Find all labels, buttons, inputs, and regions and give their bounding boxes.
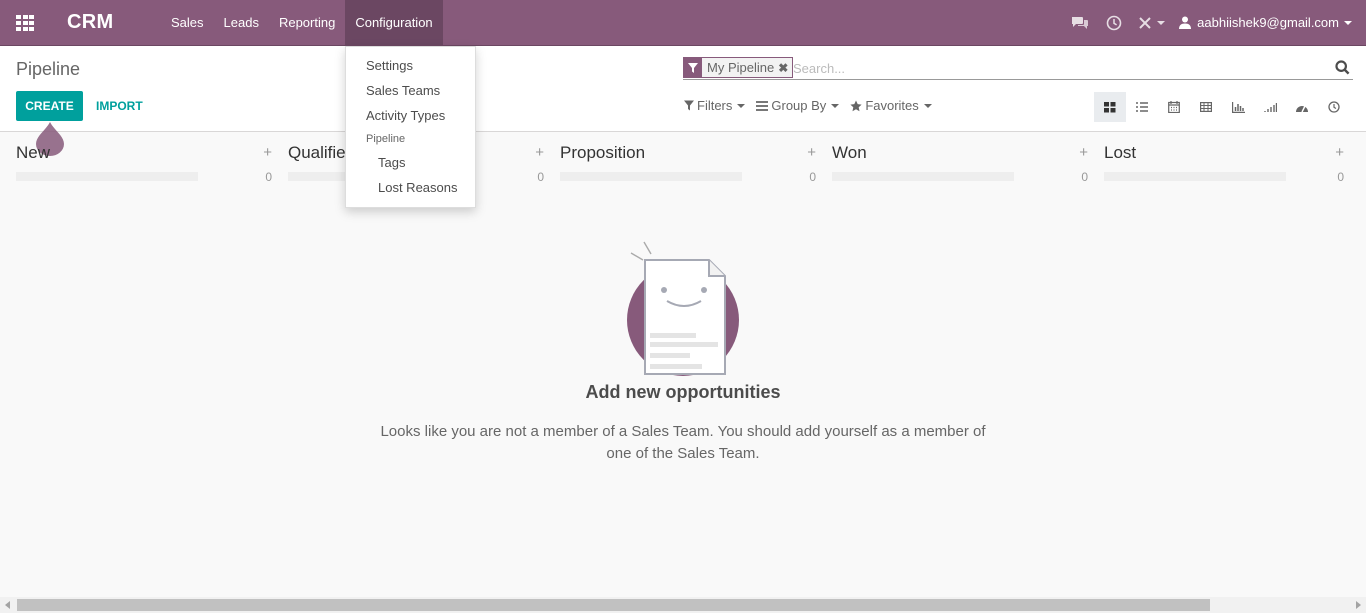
favorites-button[interactable]: Favorites bbox=[850, 98, 932, 113]
horizontal-scrollbar[interactable] bbox=[0, 597, 1366, 613]
column-title: Lost bbox=[1104, 143, 1137, 162]
menu-reporting[interactable]: Reporting bbox=[269, 0, 345, 45]
import-button[interactable]: IMPORT bbox=[90, 91, 149, 121]
dropdown-item-sales-teams[interactable]: Sales Teams bbox=[346, 80, 475, 105]
dropdown-item-lost-reasons[interactable]: Lost Reasons bbox=[346, 177, 475, 202]
pivot-view-icon[interactable] bbox=[1190, 92, 1222, 122]
chat-icon[interactable] bbox=[1063, 0, 1097, 45]
graph-view-icon[interactable] bbox=[1222, 92, 1254, 122]
facet-remove-icon[interactable]: ✖ bbox=[778, 61, 792, 75]
user-icon bbox=[1179, 16, 1192, 29]
scrollbar-thumb[interactable] bbox=[17, 599, 1210, 611]
search-options: Filters Group By Favorites bbox=[684, 98, 943, 113]
search-bar: My Pipeline ✖ bbox=[683, 56, 1353, 80]
column-count: 0 bbox=[537, 170, 544, 184]
apps-grid-icon[interactable] bbox=[16, 15, 34, 31]
dashboard-view-icon[interactable] bbox=[1286, 92, 1318, 122]
column-progressbar bbox=[832, 172, 1014, 181]
top-navbar: CRM Sales Leads Reporting Configuration … bbox=[0, 0, 1366, 46]
dropdown-item-settings[interactable]: Settings bbox=[346, 55, 475, 80]
quick-create-icon[interactable]: + bbox=[1079, 144, 1088, 161]
search-input[interactable] bbox=[793, 59, 1313, 77]
column-progressbar bbox=[1104, 172, 1286, 181]
list-view-icon[interactable] bbox=[1126, 92, 1158, 122]
kanban-column: New + 0 bbox=[16, 133, 272, 193]
dropdown-item-activity-types[interactable]: Activity Types bbox=[346, 105, 475, 130]
star-icon bbox=[850, 100, 862, 111]
dropdown-header-pipeline: Pipeline bbox=[366, 133, 406, 145]
filters-button[interactable]: Filters bbox=[684, 98, 746, 113]
column-progressbar bbox=[16, 172, 198, 181]
search-facet: My Pipeline ✖ bbox=[683, 57, 794, 78]
quick-create-icon[interactable]: + bbox=[807, 144, 816, 161]
column-count: 0 bbox=[1081, 170, 1088, 184]
quick-create-icon[interactable]: + bbox=[1335, 144, 1344, 161]
empty-document-illustration bbox=[627, 241, 739, 376]
kanban-column: Proposition + 0 bbox=[560, 133, 816, 193]
control-panel: Pipeline CREATE IMPORT My Pipeline ✖ Fil… bbox=[0, 46, 1366, 132]
main-menu: Sales Leads Reporting Configuration bbox=[161, 0, 443, 45]
column-count: 0 bbox=[809, 170, 816, 184]
activity-view-icon[interactable] bbox=[1318, 92, 1350, 122]
group-by-button[interactable]: Group By bbox=[756, 98, 840, 113]
breadcrumb: Pipeline bbox=[16, 59, 81, 79]
scroll-right-icon[interactable] bbox=[1356, 601, 1361, 609]
search-icon[interactable] bbox=[1335, 60, 1351, 76]
facet-value: My Pipeline bbox=[707, 60, 775, 75]
user-email: aabhiishek9@gmail.com bbox=[1197, 15, 1339, 30]
scroll-left-icon[interactable] bbox=[5, 601, 10, 609]
column-title: Won bbox=[832, 143, 867, 162]
kanban-view-icon[interactable] bbox=[1094, 92, 1126, 122]
quick-create-icon[interactable]: + bbox=[535, 144, 544, 161]
favorites-label: Favorites bbox=[865, 98, 919, 113]
clock-icon[interactable] bbox=[1097, 0, 1131, 45]
empty-state-text: Looks like you are not a member of a Sal… bbox=[380, 423, 986, 462]
view-switcher bbox=[1094, 92, 1350, 122]
chevron-down-icon bbox=[1344, 20, 1352, 25]
filters-label: Filters bbox=[697, 98, 733, 113]
column-title: Proposition bbox=[560, 143, 646, 162]
quick-create-icon[interactable]: + bbox=[263, 144, 272, 161]
column-title: New bbox=[16, 143, 51, 162]
create-button[interactable]: CREATE bbox=[16, 91, 83, 121]
kanban-column: Lost + 0 bbox=[1104, 133, 1344, 193]
column-count: 0 bbox=[1337, 170, 1344, 184]
column-progressbar bbox=[560, 172, 742, 181]
menu-sales[interactable]: Sales bbox=[161, 0, 214, 45]
cohort-view-icon[interactable] bbox=[1254, 92, 1286, 122]
systray: aabhiishek9@gmail.com bbox=[1063, 0, 1366, 45]
kanban-column: Won + 0 bbox=[832, 133, 1088, 193]
app-brand[interactable]: CRM bbox=[67, 11, 113, 34]
filter-icon bbox=[684, 58, 702, 77]
configuration-dropdown: Settings Sales Teams Activity Types Pipe… bbox=[345, 46, 476, 208]
dropdown-item-tags[interactable]: Tags bbox=[346, 152, 475, 177]
column-count: 0 bbox=[265, 170, 272, 184]
menu-configuration[interactable]: Configuration bbox=[345, 0, 443, 45]
bars-icon bbox=[756, 100, 769, 111]
calendar-view-icon[interactable] bbox=[1158, 92, 1190, 122]
user-menu[interactable]: aabhiishek9@gmail.com bbox=[1171, 0, 1366, 45]
menu-leads[interactable]: Leads bbox=[214, 0, 269, 45]
filter-icon bbox=[684, 100, 694, 111]
empty-state-title: Add new opportunities bbox=[585, 382, 781, 402]
group-by-label: Group By bbox=[771, 98, 827, 113]
debug-tools-icon[interactable] bbox=[1131, 0, 1171, 45]
